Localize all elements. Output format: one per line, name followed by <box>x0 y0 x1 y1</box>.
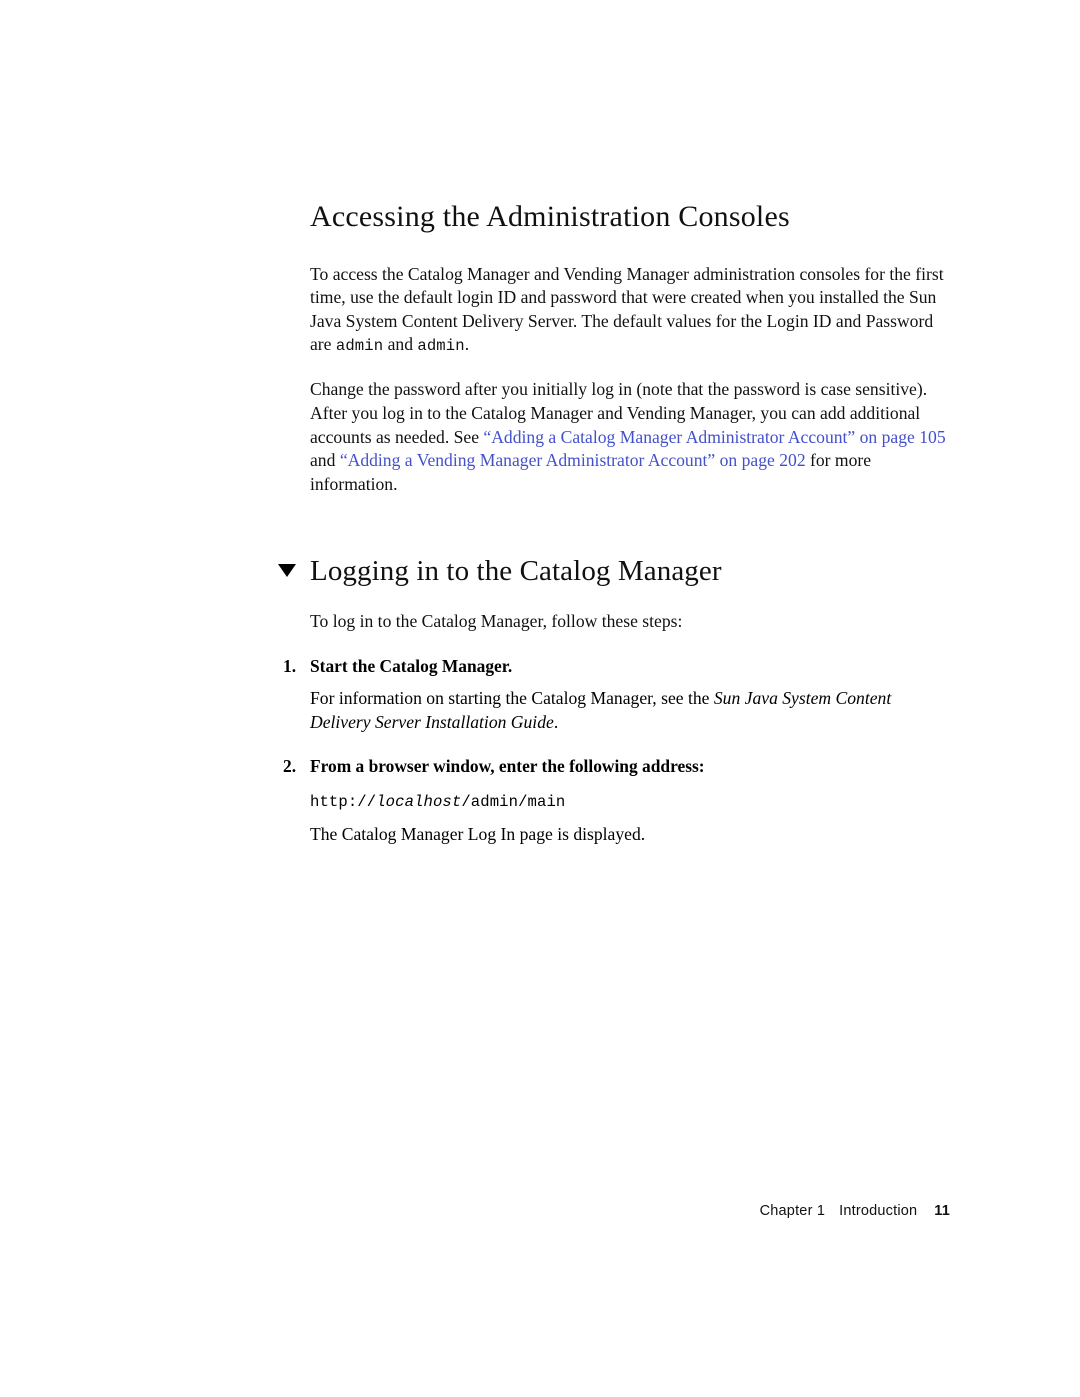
step-2-result-text: The Catalog Manager Log In page is displ… <box>310 824 646 845</box>
url-path-text: /admin/main <box>461 793 566 811</box>
link-catalog-manager-admin-account[interactable]: “Adding a Catalog Manager Administrator … <box>483 427 945 447</box>
step-1-body-text-a: For information on starting the Catalog … <box>310 688 714 709</box>
link-vending-manager-admin-account[interactable]: “Adding a Vending Manager Administrator … <box>340 450 806 470</box>
step-2-title: 2. From a browser window, enter the follo… <box>283 755 950 778</box>
footer-section-label: Introduction <box>839 1203 918 1219</box>
steps-list: 1. Start the Catalog Manager. For informa… <box>283 655 950 848</box>
step-1-title-label: Start the Catalog Manager. <box>310 655 513 676</box>
footer-chapter-label: Chapter 1 <box>759 1203 826 1219</box>
step-2-number: 2. <box>283 755 297 776</box>
page-footer: Chapter 1 Introduction 11 <box>310 1203 950 1219</box>
intro-paragraph-1-text-b: . <box>464 334 470 355</box>
page-title: Accessing the Administration Consoles <box>310 200 790 233</box>
list-item: 2. From a browser window, enter the follo… <box>283 755 950 848</box>
step-1-title: 1. Start the Catalog Manager. <box>283 655 950 678</box>
step-1-body: For information on starting the Catalog … <box>310 687 950 734</box>
default-login-id-code: admin <box>335 337 384 356</box>
triangle-down-icon <box>278 563 296 577</box>
step-1-number: 1. <box>283 655 297 676</box>
list-item: 1. Start the Catalog Manager. For informa… <box>283 655 950 735</box>
intro-paragraph-2-conjunction: and <box>310 450 340 471</box>
section-lead-in: To log in to the Catalog Manager, follow… <box>310 611 683 632</box>
intro-paragraph-1: To access the Catalog Manager and Vendin… <box>310 263 950 358</box>
step-2-url: http://localhost/admin/main <box>310 787 950 814</box>
step-1-body-text-b: . <box>553 711 559 732</box>
page-content: Accessing the Administration Consoles To… <box>278 200 950 848</box>
intro-paragraph-2: Change the password after you initially … <box>310 378 950 496</box>
step-2-title-label: From a browser window, enter the followi… <box>310 755 705 776</box>
url-host-text: localhost <box>376 793 462 811</box>
section-heading-label: Logging in to the Catalog Manager <box>310 554 722 587</box>
intro-paragraph-1-conjunction: and <box>383 334 418 355</box>
url-scheme-text: http:// <box>310 793 377 811</box>
section-heading-logging-in: Logging in to the Catalog Manager <box>278 554 950 588</box>
default-password-code: admin <box>417 337 465 356</box>
document-page: Accessing the Administration Consoles To… <box>0 0 1080 1397</box>
footer-page-number: 11 <box>934 1203 950 1219</box>
